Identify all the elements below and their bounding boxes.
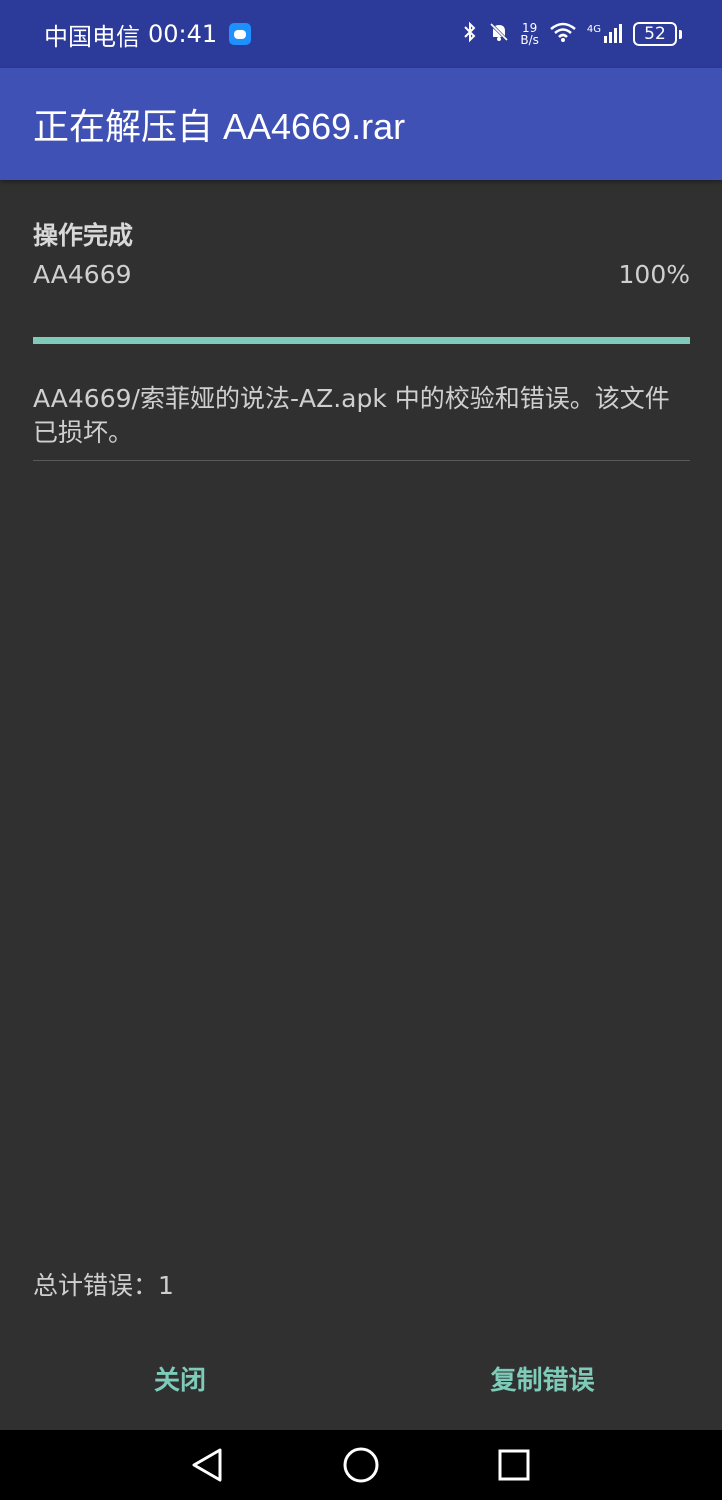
- back-icon[interactable]: [187, 1445, 227, 1485]
- wifi-icon: [549, 21, 577, 47]
- message-notification-icon: [229, 23, 252, 45]
- battery-level: 52: [633, 22, 677, 46]
- signal-type-label: 4G: [586, 24, 601, 35]
- progress-bar: [33, 337, 690, 344]
- status-left: 中国电信 00:41: [44, 17, 252, 52]
- total-errors-label: 总计错误：1: [33, 1271, 174, 1300]
- mute-notifications-icon: [488, 21, 510, 47]
- copy-errors-button[interactable]: 复制错误: [460, 1350, 625, 1406]
- extract-progress-panel: 操作完成 AA4669 100% AA4669/索菲娅的说法-AZ.apk 中的…: [33, 180, 690, 461]
- operation-status-title: 操作完成: [33, 221, 134, 250]
- bluetooth-icon: [462, 21, 478, 47]
- page-title: 正在解压自 AA4669.rar: [33, 106, 406, 147]
- recents-icon[interactable]: [494, 1445, 534, 1485]
- navigation-bar: [0, 1430, 722, 1500]
- close-button[interactable]: 关闭: [120, 1350, 240, 1406]
- current-file-name: AA4669: [33, 260, 132, 289]
- battery-indicator: 52: [633, 22, 682, 46]
- progress-bar-fill: [33, 337, 690, 344]
- carrier-label: 中国电信: [44, 22, 140, 51]
- error-message: AA4669/索菲娅的说法-AZ.apk 中的校验和错误。该文件已损坏。: [33, 382, 690, 461]
- progress-percent: 100%: [618, 260, 690, 289]
- net-speed-unit: B/s: [520, 33, 539, 47]
- battery-tip: [679, 29, 682, 39]
- net-speed: 19 B/s: [520, 22, 539, 46]
- status-right: 19 B/s 4G 52: [462, 21, 682, 47]
- app-bar: 正在解压自 AA4669.rar: [0, 68, 722, 180]
- signal-bars-icon: [604, 24, 622, 43]
- home-icon[interactable]: [341, 1445, 381, 1485]
- cellular-signal: 4G: [587, 24, 623, 44]
- clock: 00:41: [148, 20, 218, 48]
- file-progress-row: AA4669 100%: [33, 260, 690, 289]
- status-bar: 中国电信 00:41 19 B/s 4G 52: [0, 0, 722, 68]
